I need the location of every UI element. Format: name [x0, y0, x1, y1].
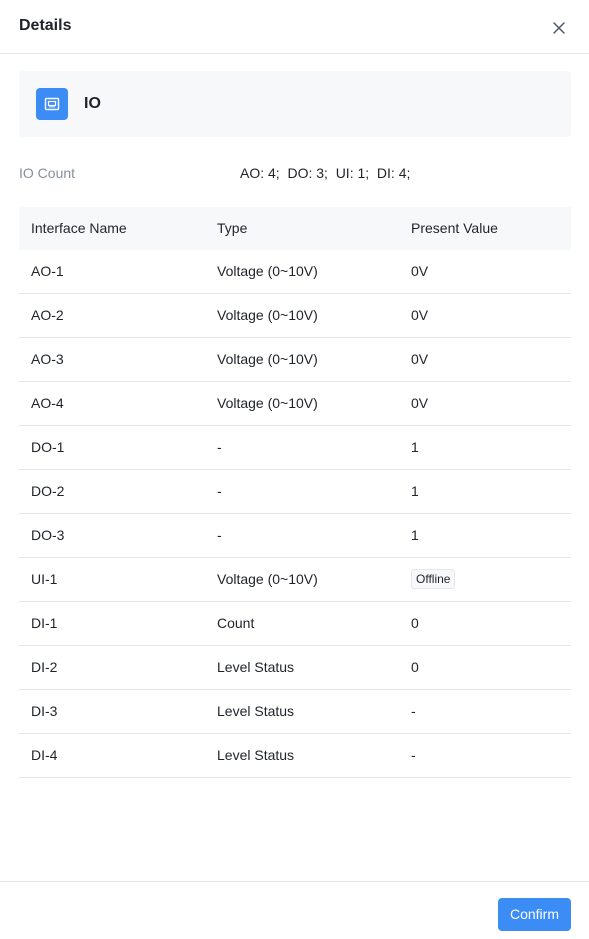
present-value-cell: 0V: [411, 307, 429, 323]
type-cell: Voltage (0~10V): [217, 307, 318, 323]
close-icon[interactable]: [551, 20, 567, 36]
table-row: UI-1 Voltage (0~10V) Offline: [19, 558, 571, 602]
column-header-present-value: Present Value: [411, 220, 498, 236]
drawer-title: Details: [19, 17, 72, 34]
present-value-cell: 0: [411, 615, 419, 631]
table-row: DI-4 Level Status -: [19, 734, 571, 778]
type-cell: Level Status: [217, 703, 295, 719]
interface-name-cell: DO-2: [31, 483, 65, 499]
type-cell: Level Status: [217, 659, 295, 675]
table-row: DO-1 - 1: [19, 426, 571, 470]
type-cell: Voltage (0~10V): [217, 395, 318, 411]
interface-name-cell: DI-4: [31, 747, 58, 763]
interface-name-cell: AO-2: [31, 307, 64, 323]
type-cell: -: [217, 483, 222, 499]
io-count-value: AO: 4; DO: 3; UI: 1; DI: 4;: [240, 165, 411, 181]
present-value-cell: 0V: [411, 351, 429, 367]
present-value-cell: Offline: [411, 558, 456, 601]
interface-name-cell: AO-4: [31, 395, 64, 411]
type-cell: Voltage (0~10V): [217, 351, 318, 367]
interface-name-cell: UI-1: [31, 571, 58, 587]
column-header-type: Type: [217, 220, 248, 236]
table-row: AO-1 Voltage (0~10V) 0V: [19, 250, 571, 294]
device-card: IO: [19, 71, 571, 137]
type-cell: Voltage (0~10V): [217, 263, 318, 279]
drawer-footer: Confirm: [0, 881, 589, 939]
present-value-cell: 0: [411, 659, 419, 675]
table-row: AO-4 Voltage (0~10V) 0V: [19, 382, 571, 426]
type-cell: -: [217, 439, 222, 455]
device-name: IO: [84, 95, 101, 112]
column-header-interface-name: Interface Name: [31, 220, 127, 236]
interface-name-cell: DO-3: [31, 527, 65, 543]
present-value-cell: -: [411, 747, 416, 763]
table-row: DI-1 Count 0: [19, 602, 571, 646]
table-header: Interface Name Type Present Value: [19, 207, 571, 250]
io-module-icon: [36, 88, 68, 120]
confirm-button[interactable]: Confirm: [498, 898, 571, 931]
present-value-cell: 1: [411, 439, 419, 455]
type-cell: -: [217, 527, 222, 543]
interface-name-cell: DO-1: [31, 439, 65, 455]
interface-name-cell: AO-1: [31, 263, 64, 279]
table-row: AO-2 Voltage (0~10V) 0V: [19, 294, 571, 338]
present-value-cell: 1: [411, 483, 419, 499]
present-value-cell: 0V: [411, 263, 429, 279]
details-drawer: Details IO IO Count AO: 4; DO: 3; UI: 1;…: [0, 0, 589, 939]
table-row: AO-3 Voltage (0~10V) 0V: [19, 338, 571, 382]
present-value-cell: -: [411, 703, 416, 719]
type-cell: Level Status: [217, 747, 295, 763]
present-value-cell: 1: [411, 527, 419, 543]
interface-name-cell: DI-3: [31, 703, 58, 719]
type-cell: Voltage (0~10V): [217, 571, 318, 587]
io-count-label: IO Count: [19, 165, 76, 181]
table-row: DO-2 - 1: [19, 470, 571, 514]
io-count-row: IO Count AO: 4; DO: 3; UI: 1; DI: 4;: [19, 163, 571, 183]
offline-status-badge: Offline: [411, 569, 456, 590]
present-value-cell: 0V: [411, 395, 429, 411]
table-row: DI-3 Level Status -: [19, 690, 571, 734]
table-row: DO-3 - 1: [19, 514, 571, 558]
interface-name-cell: AO-3: [31, 351, 64, 367]
interface-name-cell: DI-2: [31, 659, 58, 675]
type-cell: Count: [217, 615, 255, 631]
interface-table: Interface Name Type Present Value AO-1 V…: [19, 207, 571, 778]
interface-name-cell: DI-1: [31, 615, 58, 631]
table-row: DI-2 Level Status 0: [19, 646, 571, 690]
drawer-header: Details: [0, 0, 589, 54]
